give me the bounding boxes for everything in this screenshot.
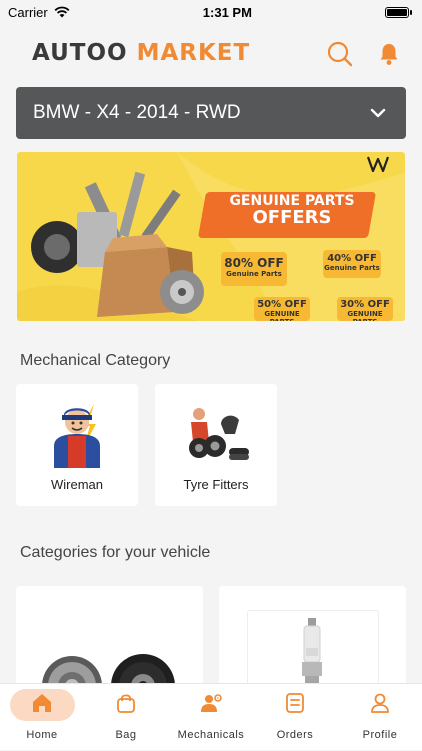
nav-item-orders[interactable]: Orders — [253, 684, 337, 751]
category-label: Wireman — [50, 477, 103, 492]
category-card-tyre-fitters[interactable]: Tyre Fitters — [155, 384, 277, 506]
home-icon — [33, 694, 51, 712]
mechanicals-icon — [201, 694, 222, 712]
orders-icon — [286, 693, 304, 713]
nav-item-mechanicals[interactable]: Mechanicals — [169, 684, 253, 751]
offer-badge: 80% OFF Genuine Parts — [221, 252, 287, 286]
profile-icon — [371, 693, 389, 713]
offer-title: GENUINE PARTS OFFERS — [229, 193, 355, 228]
vehicle-selected-value: BMW - X4 - 2014 - RWD — [33, 102, 241, 123]
vehicle-category-card-brake-drums[interactable] — [16, 586, 203, 696]
nav-label: Home — [26, 729, 58, 741]
offers-banner[interactable]: GENUINE PARTS OFFERS 80% OFF Genuine Par… — [17, 152, 405, 321]
nav-item-bag[interactable]: Bag — [84, 684, 168, 751]
nav-label: Mechanicals — [177, 729, 245, 741]
wireman-icon — [54, 404, 100, 468]
bell-icon[interactable] — [375, 40, 403, 68]
vehicle-category-card-spark-plugs[interactable] — [219, 586, 406, 696]
nav-item-profile[interactable]: Profile — [338, 684, 422, 751]
nav-item-home[interactable]: Home — [0, 684, 84, 751]
status-bar: Carrier 1:31 PM — [0, 0, 422, 24]
clock: 1:31 PM — [202, 4, 252, 20]
carrier-label: Carrier — [8, 4, 48, 20]
chevron-down-icon — [370, 108, 386, 118]
bag-icon — [117, 694, 135, 713]
mechanical-category-title: Mechanical Category — [20, 352, 171, 369]
offer-badge: 40% OFF Genuine Parts — [323, 250, 381, 278]
offer-badge: 30% OFF GENUINE PARTS — [337, 297, 393, 321]
app-logo: AUTOO MARKET — [32, 40, 251, 66]
nav-label: Bag — [115, 729, 137, 741]
category-label: Tyre Fitters — [183, 477, 249, 492]
category-card-wireman[interactable]: Wireman — [16, 384, 138, 506]
search-icon[interactable] — [326, 40, 354, 68]
battery-icon — [385, 6, 412, 18]
app-header: AUTOO MARKET — [0, 34, 422, 74]
nav-label: Orders — [276, 729, 314, 741]
bottom-navigation: Home Bag Mechanicals Orders Profile — [0, 683, 422, 750]
wifi-icon — [54, 6, 70, 18]
vehicle-selector[interactable]: BMW - X4 - 2014 - RWD — [16, 87, 406, 139]
brand-mark-icon — [367, 156, 389, 173]
tyre-fitter-icon — [189, 408, 249, 460]
vehicle-categories-title: Categories for your vehicle — [20, 544, 211, 561]
offer-badge: 50% OFF GENUINE PARTS — [254, 297, 310, 321]
nav-label: Profile — [362, 729, 398, 741]
auto-parts-illustration — [31, 171, 204, 317]
